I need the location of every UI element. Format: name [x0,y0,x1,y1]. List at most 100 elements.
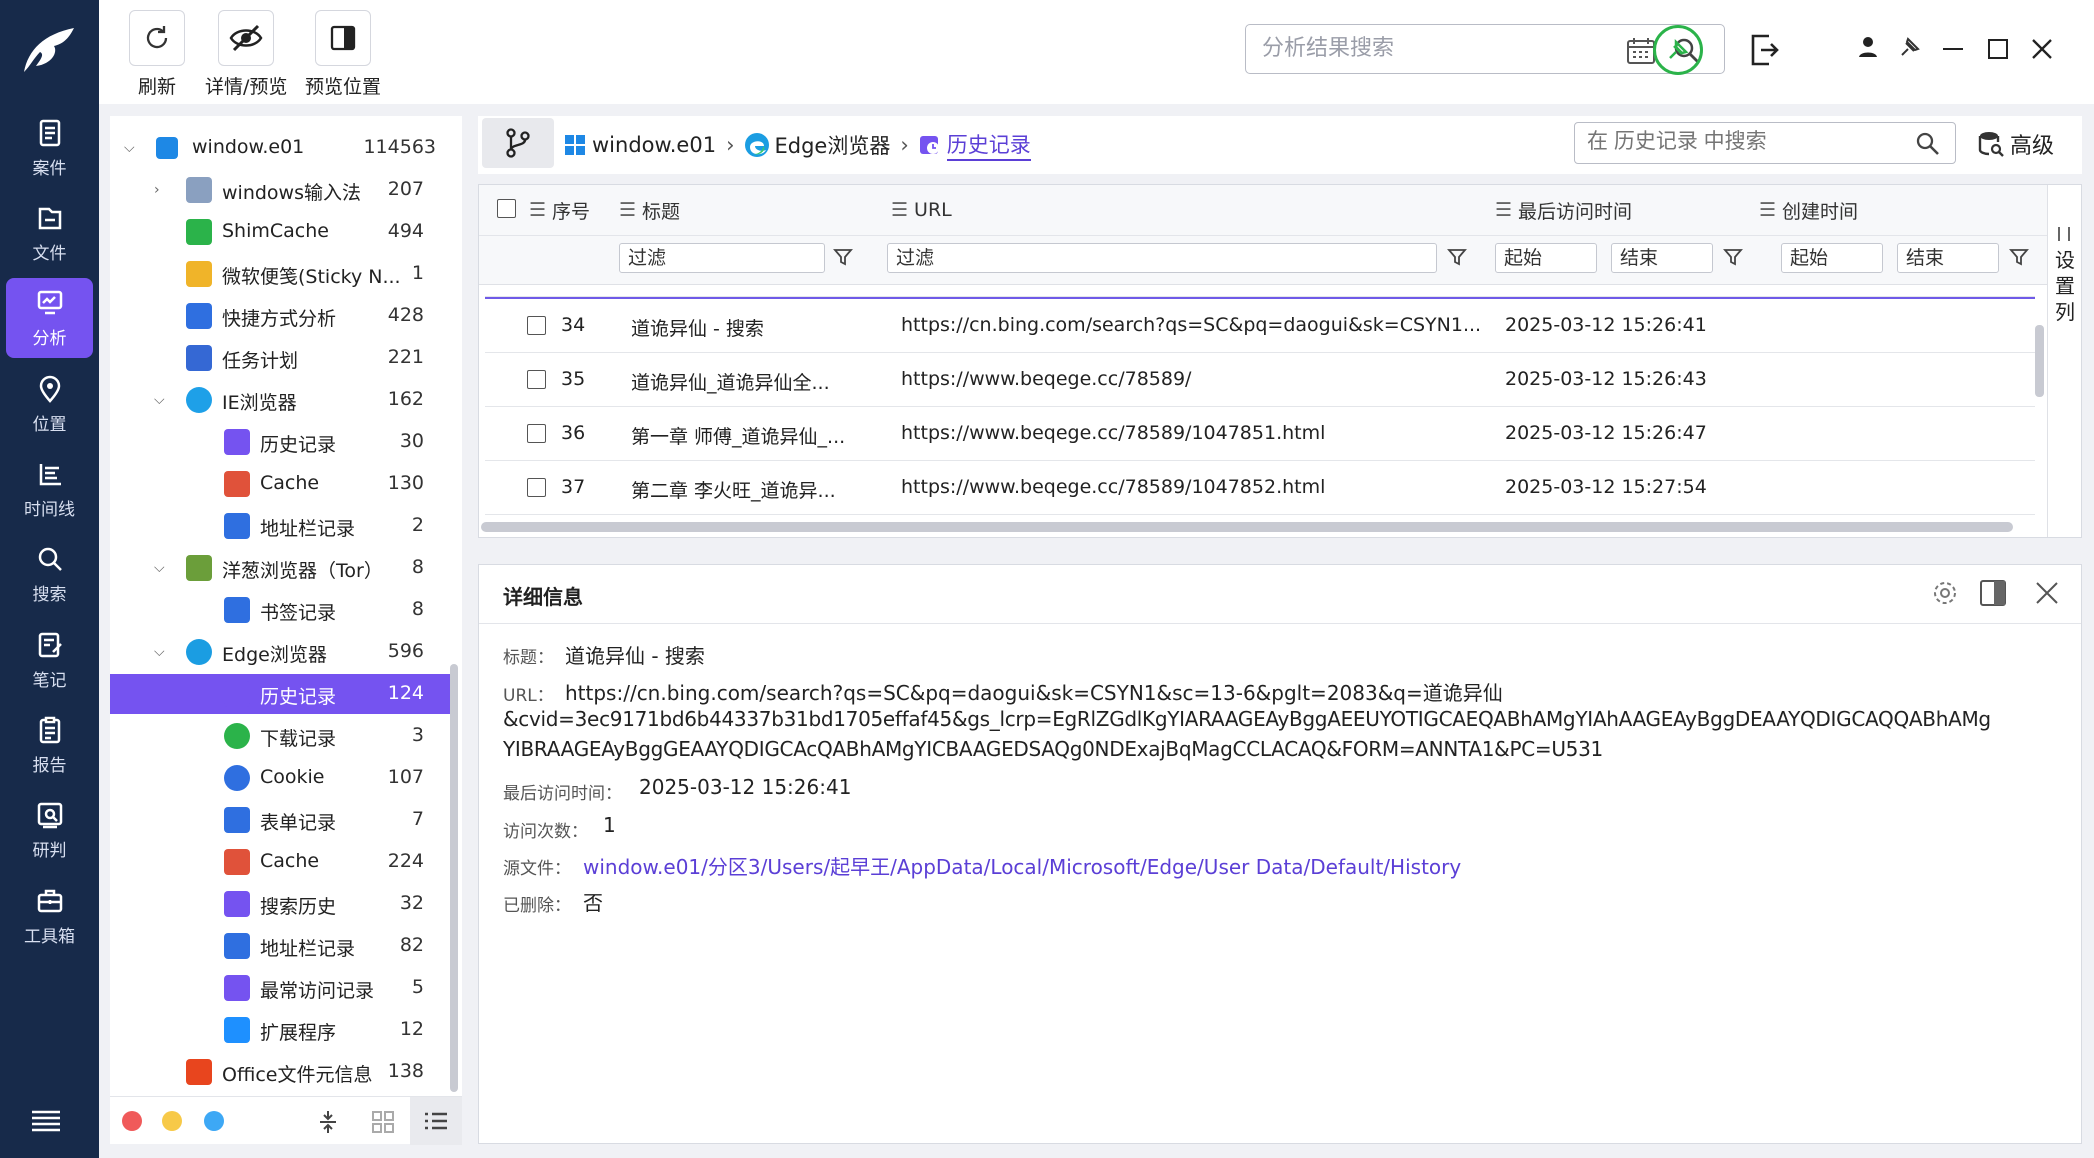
list-doc-icon [186,303,212,329]
menu-icon[interactable] [32,1110,60,1132]
tree-node[interactable]: 搜索历史 32 [110,884,450,924]
chevron-down-icon[interactable]: ⌵ [154,392,168,408]
tree-node[interactable]: 书签记录 8 [110,590,450,630]
list-view-button[interactable] [410,1097,462,1145]
tree-scrollbar[interactable] [450,664,458,1092]
calendar-icon[interactable] [1626,37,1656,65]
rail-item-files[interactable]: 文件 [6,193,93,273]
tree-node[interactable]: ⌵ Edge浏览器 596 [110,632,450,672]
blue-dot-icon[interactable] [204,1111,224,1131]
maximize-icon[interactable] [1988,39,2008,59]
tree-node[interactable]: 快捷方式分析 428 [110,296,450,336]
row-checkbox[interactable] [527,316,546,335]
tree-node[interactable]: 表单记录 7 [110,800,450,840]
breadcrumb-current[interactable]: 历史记录 [946,129,1031,161]
col-header-created[interactable]: ☰ 创建时间 [1759,185,1858,235]
refresh-button[interactable]: 刷新 [129,10,185,99]
rail-item-analysis[interactable]: 分析 [6,278,93,358]
tree-node[interactable]: Office文件元信息 138 [110,1052,450,1092]
pin-window-icon[interactable] [1899,36,1921,63]
filter-icon[interactable] [833,247,853,267]
minimize-icon[interactable] [1943,48,1963,50]
gear-icon[interactable] [1931,579,1959,607]
tree-node[interactable]: Cookie 107 [110,758,450,798]
col-title-label: 标题 [642,200,681,223]
export-button[interactable] [1747,32,1779,73]
chevron-down-icon[interactable]: ⌵ [154,560,168,576]
close-icon[interactable] [2035,581,2059,605]
tree-node[interactable]: Cache 130 [110,464,450,504]
collapse-all-icon[interactable] [318,1109,338,1135]
filter-icon[interactable] [2009,247,2029,267]
rail-item-report[interactable]: 报告 [6,705,93,785]
chevron-down-icon[interactable]: ⌵ [124,140,138,156]
user-icon[interactable] [1857,36,1879,63]
row-checkbox[interactable] [527,424,546,443]
tree-node[interactable]: 历史记录 30 [110,422,450,462]
table-row[interactable]: 35 道诡异仙_道诡异仙全... https://www.beqege.cc/785… [485,353,2035,407]
red-dot-icon[interactable] [122,1111,142,1131]
chevron-down-icon[interactable]: ⌵ [154,644,168,660]
tree-node[interactable]: 扩展程序 12 [110,1010,450,1050]
preview-position-button[interactable]: 预览位置 [305,10,381,99]
row-checkbox[interactable] [527,370,546,389]
advanced-search-button[interactable]: 高级 [1978,128,2054,160]
tree-node[interactable]: › windows输入法 207 [110,170,450,210]
chevron-right-icon[interactable]: › [154,182,168,198]
rail-item-judge[interactable]: 研判 [6,790,93,870]
tree-node[interactable]: 微软便笺(Sticky N... 1 [110,254,450,294]
select-all-checkbox[interactable] [497,199,516,218]
detail-source-link[interactable]: window.e01/分区3/Users/起早王/AppData/Local/M… [583,851,1461,880]
close-icon[interactable] [2031,38,2053,65]
title-filter-input[interactable]: 过滤 [619,243,825,273]
filter-icon[interactable] [1723,247,1743,267]
last-visit-end-input[interactable]: 结束 [1611,243,1713,273]
column-settings-button[interactable]: 设 置 列 [2047,185,2081,537]
col-header-url[interactable]: ☰ URL [891,185,952,235]
rail-item-notes[interactable]: 笔记 [6,620,93,700]
detail-preview-button[interactable]: 详情/预览 [205,10,287,99]
table-row[interactable]: 37 第二章 李火旺_道诡异... https://www.beqege.cc/78… [485,461,2035,515]
col-header-title[interactable]: ☰ 标题 [619,185,680,235]
tree-node[interactable]: 地址栏记录 82 [110,926,450,966]
panel-right-icon[interactable] [1979,579,2007,607]
tree-node[interactable]: 最常访问记录 5 [110,968,450,1008]
filter-icon[interactable] [1447,247,1467,267]
rail-item-location[interactable]: 位置 [6,364,93,444]
rail-label: 报告 [32,755,67,776]
rail-item-toolbox[interactable]: 工具箱 [6,876,93,956]
tree-node[interactable]: ⌵ IE浏览器 162 [110,380,450,420]
tree-node[interactable]: Cache 224 [110,842,450,882]
tree-node[interactable]: 地址栏记录 2 [110,506,450,546]
last-visit-start-input[interactable]: 起始 [1495,243,1597,273]
tree-node[interactable]: 历史记录 124 [110,674,450,714]
rail-item-case[interactable]: 案件 [6,108,93,188]
grid-view-icon[interactable] [372,1111,394,1133]
created-end-input[interactable]: 结束 [1897,243,1999,273]
tree-node[interactable]: ⌵ window.e01 114563 [110,128,450,168]
row-checkbox[interactable] [527,478,546,497]
tree-node[interactable]: ⌵ 洋葱浏览器（Tor） 8 [110,548,450,588]
status-green-button[interactable] [1653,25,1703,75]
yellow-dot-icon[interactable] [162,1111,182,1131]
analysis-search-input[interactable] [1246,25,1606,71]
branch-button[interactable] [482,118,554,168]
tree-node[interactable]: ShimCache 494 [110,212,450,252]
rail-item-timeline[interactable]: 时间线 [6,449,93,529]
url-filter-input[interactable]: 过滤 [887,243,1437,273]
breadcrumb-item[interactable]: Edge浏览器 [774,130,890,160]
table-row[interactable]: 34 道诡异仙 - 搜索 https://cn.bing.com/search?qs… [485,299,2035,353]
tree-node[interactable]: 任务计划 221 [110,338,450,378]
tree-node[interactable]: 下载记录 3 [110,716,450,756]
table-row[interactable]: 36 第一章 师傅_道诡异仙_... https://www.beqege.cc/7… [485,407,2035,461]
horizontal-scrollbar[interactable] [481,522,2013,532]
breadcrumb-item[interactable]: window.e01 [592,133,716,157]
created-start-input[interactable]: 起始 [1781,243,1883,273]
vertical-scrollbar[interactable] [2035,325,2044,397]
search-icon[interactable] [1915,131,1941,157]
col-header-last-visit[interactable]: ☰ 最后访问时间 [1495,185,1632,235]
col-header-seq[interactable]: ☰ 序号 [529,185,590,235]
table-search-input[interactable] [1575,123,1895,161]
download-icon [224,723,250,749]
rail-item-search[interactable]: 搜索 [6,534,93,614]
